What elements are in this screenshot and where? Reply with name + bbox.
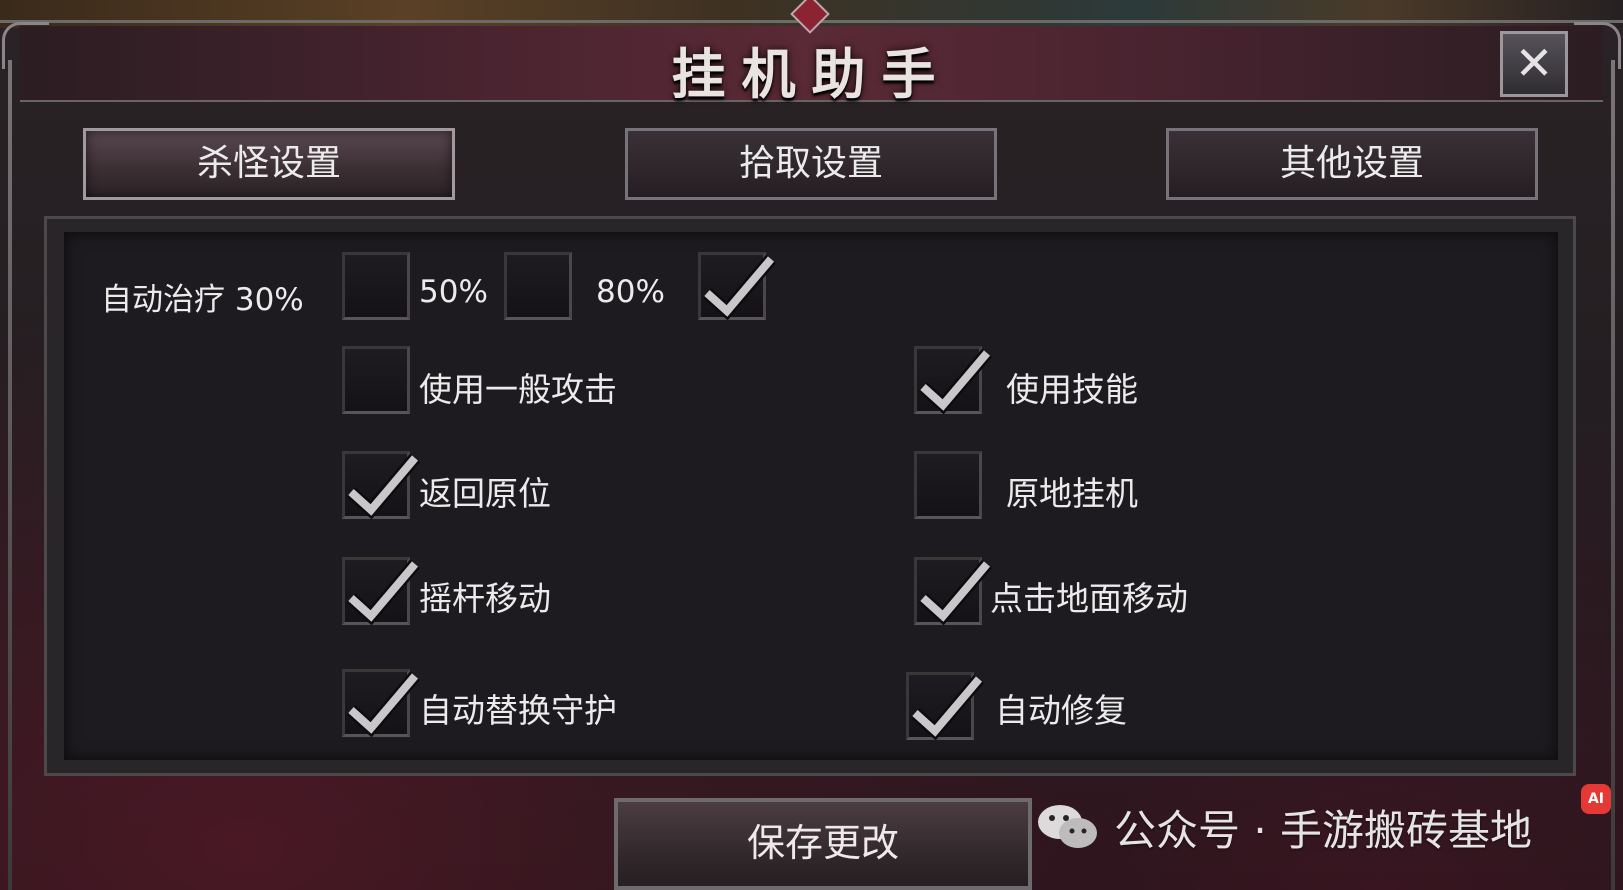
normal-attack-label: 使用一般攻击 (419, 370, 617, 409)
checkmark-icon (910, 674, 984, 741)
tab-kill-monster-settings[interactable]: 杀怪设置 (83, 128, 455, 200)
tap-ground-move-label: 点击地面移动 (990, 579, 1188, 618)
checkmark-icon (346, 671, 420, 738)
return-to-origin-checkbox[interactable] (342, 451, 420, 520)
auto-replace-guardian-checkbox[interactable] (342, 669, 420, 738)
tab-other-settings[interactable]: 其他设置 (1166, 128, 1538, 200)
tap-ground-move-checkbox[interactable] (914, 557, 992, 626)
watermark-text: 公众号 · 手游搬砖基地 (1114, 805, 1533, 855)
frame-side (8, 60, 12, 890)
auto-heal-80-checkbox[interactable] (698, 252, 776, 321)
auto-heal-50-checkbox[interactable] (504, 252, 572, 320)
return-to-origin-label: 返回原位 (419, 474, 551, 513)
idle-in-place-label: 原地挂机 (1006, 474, 1138, 513)
tab-loot-settings[interactable]: 拾取设置 (625, 128, 997, 200)
joystick-move-label: 摇杆移动 (419, 579, 551, 618)
save-changes-button[interactable]: 保存更改 (614, 798, 1032, 890)
close-icon: ✕ (1514, 36, 1554, 90)
checkmark-icon (702, 254, 776, 321)
ai-badge-icon: AI (1581, 784, 1611, 814)
use-skills-checkbox[interactable] (914, 346, 992, 415)
normal-attack-checkbox[interactable] (342, 346, 410, 414)
use-skills-label: 使用技能 (1006, 370, 1138, 409)
auto-replace-guardian-label: 自动替换守护 (419, 691, 617, 730)
checkmark-icon (346, 559, 420, 626)
auto-repair-checkbox[interactable] (906, 672, 984, 741)
checkmark-icon (346, 453, 420, 520)
checkmark-icon (918, 559, 992, 626)
frame-side (1611, 60, 1615, 890)
wechat-icon (1038, 805, 1097, 848)
close-button[interactable]: ✕ (1500, 31, 1568, 97)
joystick-move-checkbox[interactable] (342, 557, 420, 626)
window-title: 挂机助手 (671, 42, 952, 106)
idle-in-place-checkbox[interactable] (914, 451, 982, 519)
game-ui-stage: 挂机助手 ✕ 杀怪设置 拾取设置 其他设置 自动治疗 30% 50% 80% 使… (0, 0, 1623, 890)
auto-heal-label: 自动治疗 30% (101, 282, 304, 318)
watermark: 公众号 · 手游搬砖基地 (1036, 800, 1532, 855)
auto-heal-50-label: 50% (419, 274, 488, 310)
auto-heal-80-label: 80% (596, 274, 665, 310)
auto-repair-label: 自动修复 (995, 691, 1127, 730)
auto-heal-30-checkbox[interactable] (342, 252, 410, 320)
checkmark-icon (918, 348, 992, 415)
